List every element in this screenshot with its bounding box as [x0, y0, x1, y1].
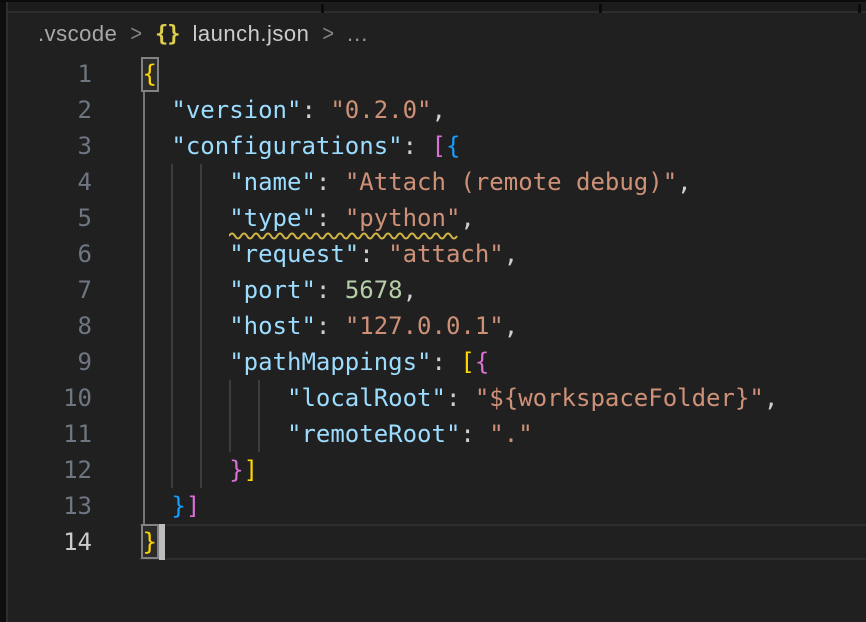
token-pun: , — [432, 96, 446, 124]
line-number-6[interactable]: 6 — [10, 236, 92, 272]
breadcrumb-folder[interactable]: .vscode — [38, 21, 117, 47]
token-str: "Attach (remote debug)" — [345, 168, 677, 196]
tab-divider — [599, 4, 602, 13]
token-pun: : — [316, 276, 345, 304]
token-key: "pathMappings" — [229, 348, 431, 376]
token-str: "0.2.0" — [330, 96, 431, 124]
token-key: "request" — [229, 240, 359, 268]
token-pun: , — [504, 240, 518, 268]
sidebar-edge — [0, 2, 8, 622]
token-pun: : — [316, 312, 345, 340]
token-pun: : — [403, 132, 432, 160]
token-pun: : — [359, 240, 388, 268]
line-number-5[interactable]: 5 — [10, 200, 92, 236]
text-cursor — [159, 524, 165, 560]
token-key: "name" — [229, 168, 316, 196]
breadcrumb-file[interactable]: launch.json — [193, 21, 310, 47]
token-key: "type" — [229, 204, 316, 232]
vscode-window: .vscode > {} launch.json > ... 123456789… — [0, 0, 866, 622]
token-pun: : — [446, 384, 475, 412]
token-b2: ] — [186, 492, 200, 520]
token-str: "python" — [345, 204, 461, 232]
token-b1: { — [143, 60, 157, 88]
token-pun: : — [460, 420, 489, 448]
chevron-right-icon: > — [322, 21, 334, 47]
code-line-2[interactable]: "version": "0.2.0", — [143, 92, 779, 128]
token-key: "host" — [229, 312, 316, 340]
code-line-1[interactable]: { — [143, 56, 779, 92]
code-line-14[interactable]: } — [143, 524, 779, 560]
code-line-8[interactable]: "host": "127.0.0.1", — [143, 308, 779, 344]
token-key: "port" — [229, 276, 316, 304]
token-pun: , — [460, 204, 474, 232]
line-number-13[interactable]: 13 — [10, 488, 92, 524]
code-line-10[interactable]: "localRoot": "${workspaceFolder}", — [143, 380, 779, 416]
token-b2: [ — [432, 132, 446, 160]
line-number-10[interactable]: 10 — [10, 380, 92, 416]
code-line-4[interactable]: "name": "Attach (remote debug)", — [143, 164, 779, 200]
code-line-13[interactable]: }] — [143, 488, 779, 524]
token-pun: : — [301, 96, 330, 124]
line-number-2[interactable]: 2 — [10, 92, 92, 128]
token-str: "127.0.0.1" — [345, 312, 504, 340]
token-pun: , — [403, 276, 417, 304]
line-number-12[interactable]: 12 — [10, 452, 92, 488]
token-str: "." — [489, 420, 532, 448]
breadcrumb: .vscode > {} launch.json > ... — [10, 13, 866, 55]
code-line-12[interactable]: }] — [143, 452, 779, 488]
token-b3: } — [171, 492, 185, 520]
tab-divider — [321, 4, 324, 13]
code-line-9[interactable]: "pathMappings": [{ — [143, 344, 779, 380]
token-pun: , — [677, 168, 691, 196]
token-b1: [ — [460, 348, 474, 376]
token-b1: } — [143, 528, 157, 556]
chevron-right-icon: > — [130, 21, 142, 47]
line-number-8[interactable]: 8 — [10, 308, 92, 344]
token-key: "remoteRoot" — [287, 420, 460, 448]
line-number-1[interactable]: 1 — [10, 56, 92, 92]
token-key: "localRoot" — [287, 384, 446, 412]
token-key: "version" — [171, 96, 301, 124]
code-line-5[interactable]: "type": "python", — [143, 200, 779, 236]
token-b3: { — [446, 132, 460, 160]
token-b2: } — [229, 456, 243, 484]
token-b1: ] — [244, 456, 258, 484]
token-num: 5678 — [345, 276, 403, 304]
line-number-11[interactable]: 11 — [10, 416, 92, 452]
token-b2: { — [475, 348, 489, 376]
code-line-11[interactable]: "remoteRoot": "." — [143, 416, 779, 452]
token-str: "${workspaceFolder}" — [475, 384, 764, 412]
tab-bar[interactable] — [0, 0, 866, 13]
code-lines[interactable]: { "version": "0.2.0", "configurations": … — [143, 56, 779, 560]
token-key: "configurations" — [171, 132, 402, 160]
json-file-icon: {} — [155, 22, 180, 47]
code-line-6[interactable]: "request": "attach", — [143, 236, 779, 272]
gutter: 1234567891011121314 — [10, 56, 92, 560]
code-line-7[interactable]: "port": 5678, — [143, 272, 779, 308]
line-number-4[interactable]: 4 — [10, 164, 92, 200]
token-pun: : — [316, 168, 345, 196]
tab-divider — [858, 4, 861, 13]
line-number-9[interactable]: 9 — [10, 344, 92, 380]
code-line-3[interactable]: "configurations": [{ — [143, 128, 779, 164]
token-pun: , — [504, 312, 518, 340]
line-number-14[interactable]: 14 — [10, 524, 92, 560]
token-str: "attach" — [388, 240, 504, 268]
line-number-3[interactable]: 3 — [10, 128, 92, 164]
token-pun: : — [432, 348, 461, 376]
breadcrumb-overflow[interactable]: ... — [347, 21, 368, 47]
token-pun: , — [764, 384, 778, 412]
line-number-7[interactable]: 7 — [10, 272, 92, 308]
token-pun: : — [316, 204, 345, 232]
